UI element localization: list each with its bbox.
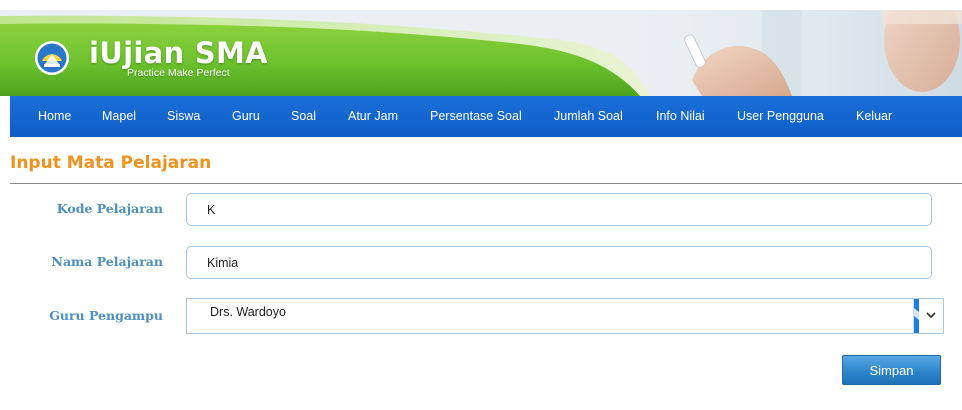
nav-user-pengguna[interactable]: User Pengguna: [737, 96, 824, 137]
page-title: Input Mata Pelajaran: [10, 153, 212, 173]
guru-pengampu-selected: Drs. Wardoyo: [210, 305, 286, 319]
nav-home[interactable]: Home: [38, 96, 71, 137]
nav-keluar[interactable]: Keluar: [856, 96, 892, 137]
nav-jumlah-soal[interactable]: Jumlah Soal: [554, 96, 623, 137]
logo-emblem-icon: [35, 41, 69, 75]
guru-pengampu-select[interactable]: Drs. Wardoyo: [186, 298, 944, 334]
banner-hand-photo: [632, 10, 962, 96]
kode-pelajaran-label: Kode Pelajaran: [56, 201, 163, 216]
app-title: iUjian SMA: [89, 36, 268, 70]
chevron-down-icon: [914, 299, 936, 333]
header-banner: iUjian SMA Practice Make Perfect: [0, 10, 962, 96]
nav-info-nilai[interactable]: Info Nilai: [656, 96, 705, 137]
kode-pelajaran-input[interactable]: [186, 193, 932, 226]
guru-pengampu-label: Guru Pengampu: [49, 308, 163, 323]
nav-guru[interactable]: Guru: [232, 96, 260, 137]
nama-pelajaran-label: Nama Pelajaran: [51, 254, 163, 269]
main-nav: Home Mapel Siswa Guru Soal Atur Jam Pers…: [10, 96, 962, 137]
nama-pelajaran-input[interactable]: [186, 246, 932, 279]
save-button[interactable]: Simpan: [842, 355, 941, 385]
app-tagline: Practice Make Perfect: [127, 67, 230, 79]
nav-soal[interactable]: Soal: [291, 96, 316, 137]
nav-siswa[interactable]: Siswa: [167, 96, 200, 137]
dropdown-button[interactable]: [913, 299, 943, 333]
nav-atur-jam[interactable]: Atur Jam: [348, 96, 398, 137]
nav-persentase-soal[interactable]: Persentase Soal: [430, 96, 522, 137]
nav-mapel[interactable]: Mapel: [102, 96, 136, 137]
title-divider: [10, 183, 962, 184]
